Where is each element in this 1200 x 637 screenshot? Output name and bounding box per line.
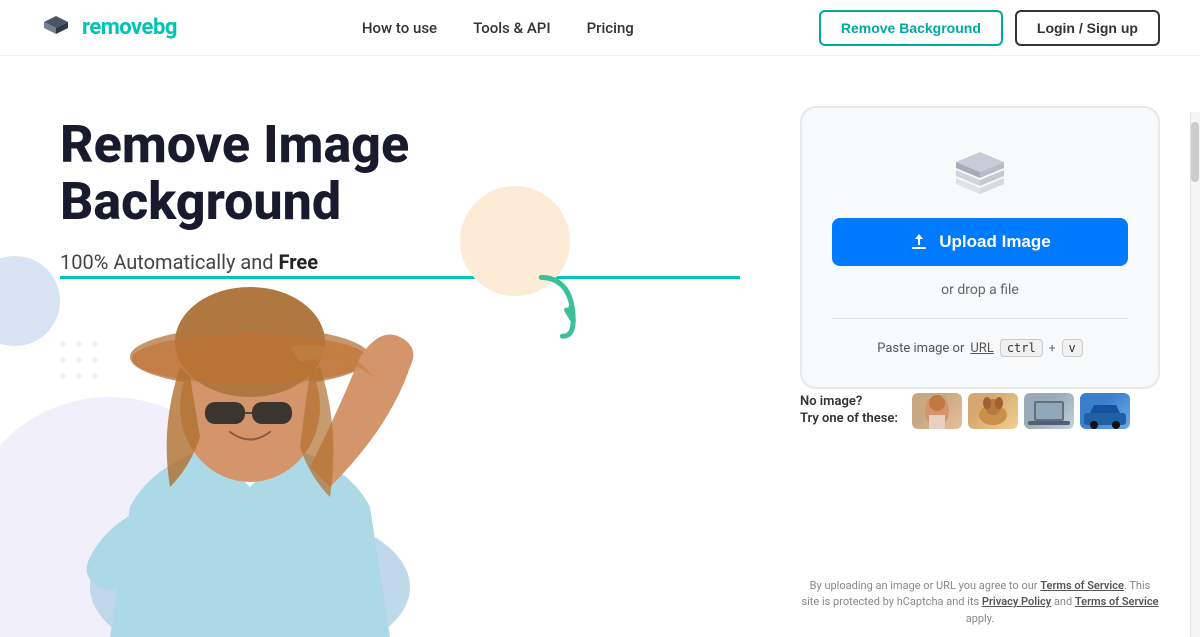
disclaimer-text: By uploading an image or URL you agree t… — [800, 578, 1160, 628]
sample-images-row: No image? Try one of these: — [800, 393, 1160, 429]
kbd-ctrl: ctrl — [1000, 339, 1043, 357]
hero-person-image — [30, 207, 470, 637]
upload-arrow-icon — [909, 232, 929, 252]
kbd-plus: + — [1049, 341, 1056, 355]
logo[interactable]: removebg — [40, 12, 177, 44]
main-nav: How to use Tools & API Pricing — [362, 19, 634, 37]
disclaimer-prefix: By uploading an image or URL you agree t… — [810, 579, 1041, 592]
no-image-label: No image? Try one of these: — [800, 394, 898, 428]
scrollbar[interactable] — [1190, 112, 1200, 637]
upload-section: Upload Image or drop a file Paste image … — [780, 56, 1200, 637]
sample-thumb-car[interactable] — [1080, 393, 1130, 429]
paste-text: Paste image or — [877, 341, 964, 356]
nav-tools-api[interactable]: Tools & API — [473, 19, 551, 37]
terms-of-service-link[interactable]: Terms of Service — [1040, 579, 1124, 592]
sample-thumb-person[interactable] — [912, 393, 962, 429]
kbd-v: v — [1062, 339, 1083, 357]
paste-url-link[interactable]: URL — [970, 341, 993, 356]
scrollbar-thumb[interactable] — [1191, 122, 1199, 182]
paste-row: Paste image or URL ctrl + v — [877, 339, 1083, 357]
login-signup-button[interactable]: Login / Sign up — [1015, 10, 1160, 46]
sample-thumb-laptop[interactable] — [1024, 393, 1074, 429]
terms-of-service-link-2[interactable]: Terms of Service — [1075, 595, 1159, 608]
divider — [832, 318, 1128, 319]
layers-icon — [950, 148, 1010, 198]
logo-text: removebg — [82, 15, 177, 40]
header-actions: Remove Background Login / Sign up — [819, 10, 1160, 46]
nav-how-to-use[interactable]: How to use — [362, 19, 437, 37]
sample-thumbnails — [912, 393, 1130, 429]
nav-pricing[interactable]: Pricing — [587, 19, 634, 37]
logo-icon — [40, 12, 72, 44]
hero-section: Remove Image Background 100% Automatical… — [0, 56, 780, 637]
disclaimer-end: apply. — [966, 612, 995, 625]
disclaimer-and: and — [1051, 595, 1075, 608]
privacy-policy-link[interactable]: Privacy Policy — [982, 595, 1051, 608]
drop-file-text: or drop a file — [941, 282, 1019, 298]
remove-background-button[interactable]: Remove Background — [819, 10, 1003, 46]
upload-card: Upload Image or drop a file Paste image … — [800, 106, 1160, 389]
upload-image-button[interactable]: Upload Image — [832, 218, 1128, 266]
layers-icon-area — [950, 148, 1010, 198]
sample-thumb-dog[interactable] — [968, 393, 1018, 429]
